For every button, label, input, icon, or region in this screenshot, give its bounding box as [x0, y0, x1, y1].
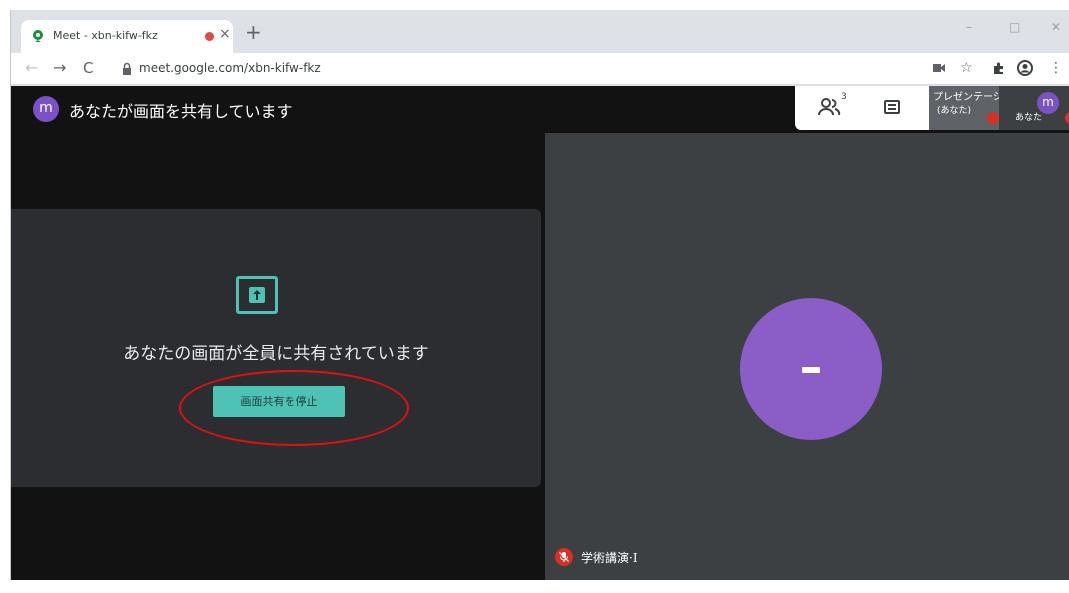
people-count-badge: 3	[841, 92, 847, 102]
url-text: meet.google.com/xbn-kifw-fkz	[139, 61, 321, 75]
menu-icon[interactable]: ⋮	[1049, 59, 1063, 77]
participant-mic-off-icon	[555, 548, 573, 566]
new-tab-button[interactable]: +	[245, 22, 262, 42]
self-tile[interactable]: m あなた	[999, 86, 1069, 130]
meet-page: m あなたが画面を共有しています 3 プレゼンテーシ (あなた) m あなた あ…	[11, 86, 1069, 580]
meet-favicon-icon	[33, 30, 43, 42]
reload-icon[interactable]: C	[83, 58, 93, 78]
participant-name: 学術講演·I	[581, 551, 638, 565]
presentation-tile[interactable]: プレゼンテーシ (あなた)	[929, 86, 1003, 130]
minimize-button[interactable]: –	[966, 20, 972, 34]
profile-icon[interactable]	[1017, 60, 1033, 76]
mic-off-icon	[987, 112, 999, 124]
people-icon[interactable]	[817, 96, 843, 118]
present-screen-icon	[236, 276, 278, 314]
browser-toolbar: ← → C meet.google.com/xbn-kifw-fkz ☆ ⋮	[11, 53, 1069, 85]
participant-tile: 学術講演·I	[545, 133, 1069, 580]
meet-top-bar: m あなたが画面を共有しています 3 プレゼンテーシ (あなた) m あなた	[11, 86, 1069, 133]
self-mic-off-icon	[1065, 112, 1069, 124]
tab-strip: Meet - xbn-kifw-fkz × + – □ ✕	[11, 10, 1069, 53]
self-tile-label: あなた	[1015, 113, 1043, 123]
back-arrow-icon[interactable]: ←	[25, 58, 38, 78]
presentation-tile-sublabel: (あなた)	[937, 106, 972, 116]
avatar: m	[33, 96, 59, 122]
presentation-tile-label: プレゼンテーシ	[933, 92, 1003, 103]
recording-indicator-icon	[205, 32, 214, 41]
camera-icon[interactable]	[933, 63, 945, 73]
maximize-button[interactable]: □	[1009, 20, 1020, 34]
tab-title: Meet - xbn-kifw-fkz	[53, 29, 158, 42]
forward-arrow-icon[interactable]: →	[53, 58, 66, 78]
share-banner-title: あなたが画面を共有しています	[69, 102, 293, 121]
browser-window: Meet - xbn-kifw-fkz × + – □ ✕ ← → C meet…	[10, 10, 1069, 580]
presentation-area: あなたの画面が全員に共有されています 画面共有を停止	[11, 133, 545, 580]
star-icon[interactable]: ☆	[960, 59, 973, 77]
extensions-icon[interactable]	[992, 61, 1006, 75]
close-window-button[interactable]: ✕	[1051, 20, 1061, 34]
browser-tab[interactable]: Meet - xbn-kifw-fkz ×	[21, 20, 233, 53]
address-bar[interactable]: meet.google.com/xbn-kifw-fkz	[111, 57, 911, 81]
tab-close-icon[interactable]: ×	[219, 26, 231, 42]
lock-icon	[123, 62, 131, 75]
chat-icon[interactable]	[884, 100, 900, 114]
participant-avatar	[740, 298, 882, 440]
meeting-controls-bar: 3	[795, 86, 929, 130]
share-message: あなたの画面が全員に共有されています	[123, 344, 429, 364]
annotation-highlight-circle	[179, 370, 409, 446]
